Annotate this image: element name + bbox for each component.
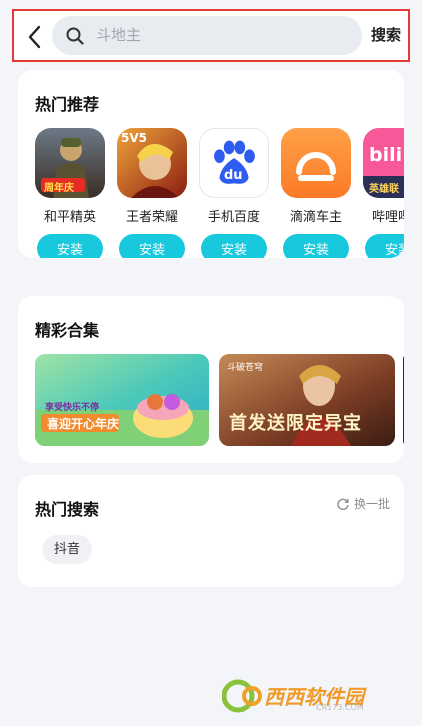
banner-title: 喜迎开心年庆 [47,417,120,431]
collection-banner[interactable] [403,354,404,446]
app-badge: 5V5 [121,131,147,145]
banner-subtitle: 享受快乐不停 [45,403,100,413]
install-button[interactable]: 安装 [365,234,404,258]
install-button[interactable]: 安装 [37,234,103,258]
banner-logo: 斗破苍穹 [227,363,264,373]
didi-icon[interactable] [281,128,351,198]
app-name: 滴滴车主 [289,210,342,225]
app-item[interactable]: 滴滴车主 安装 [281,128,353,258]
search-header: 搜索 [12,9,410,62]
honor-of-kings-icon[interactable]: 5V5 [117,128,187,198]
watermark-logo: 西西软件园 CR173.COM [221,679,402,713]
app-name: 手机百度 [207,210,260,225]
install-button[interactable]: 安装 [201,234,267,258]
search-box[interactable] [52,16,362,55]
bilibili-icon[interactable]: bili 英雄联 [363,128,404,198]
app-badge: 英雄联 [369,184,399,195]
hot-search-tag[interactable]: 抖音 [42,535,93,564]
app-item[interactable]: 周年庆 和平精英 安装 [35,128,107,258]
app-name: 和平精英 [43,210,96,225]
refresh-label: 换一批 [354,497,391,511]
app-name: 哔哩哔哩 [371,210,404,225]
install-button[interactable]: 安装 [283,234,349,258]
search-icon [66,27,84,45]
hot-search-title: 热门搜索 [35,500,100,519]
collection-banner[interactable]: 享受快乐不停 喜迎开心年庆 [35,354,209,446]
back-icon[interactable] [24,24,46,50]
watermark-sub: CR173.COM [316,703,364,712]
app-badge: bili [369,144,403,166]
collections-title: 精彩合集 [35,321,100,340]
app-item[interactable]: 5V5 王者荣耀 安装 [117,128,189,258]
refresh-button[interactable]: 换一批 [336,495,390,512]
collection-banner[interactable]: 斗破苍穹 首发送限定异宝 [219,354,395,446]
banner-title: 首发送限定异宝 [229,413,362,434]
app-list: 周年庆 和平精英 安装 5V5 王者荣耀 安装 du 手机百度 安装 滴滴车主 … [35,128,404,258]
hot-search-card: 热门搜索 换一批 抖音 [18,475,404,587]
baidu-icon[interactable]: du [199,128,269,198]
recommend-title: 热门推荐 [35,95,100,114]
collections-card: 精彩合集 享受快乐不停 喜迎开心年庆 斗破苍穹 首发送限定异宝 [18,296,404,463]
install-button[interactable]: 安装 [119,234,185,258]
app-item[interactable]: bili 英雄联 哔哩哔哩 安装 [363,128,404,258]
peace-elite-icon[interactable]: 周年庆 [35,128,105,198]
search-button[interactable]: 搜索 [371,24,401,45]
app-badge: du [224,168,243,183]
app-item[interactable]: du 手机百度 安装 [199,128,271,258]
search-input[interactable] [96,22,351,48]
recommend-card: 热门推荐 周年庆 和平精英 安装 5V5 王者荣耀 安装 du 手机百度 安装 … [18,70,404,258]
refresh-icon [337,498,349,510]
app-badge: 周年庆 [44,183,74,194]
app-name: 王者荣耀 [125,210,178,225]
